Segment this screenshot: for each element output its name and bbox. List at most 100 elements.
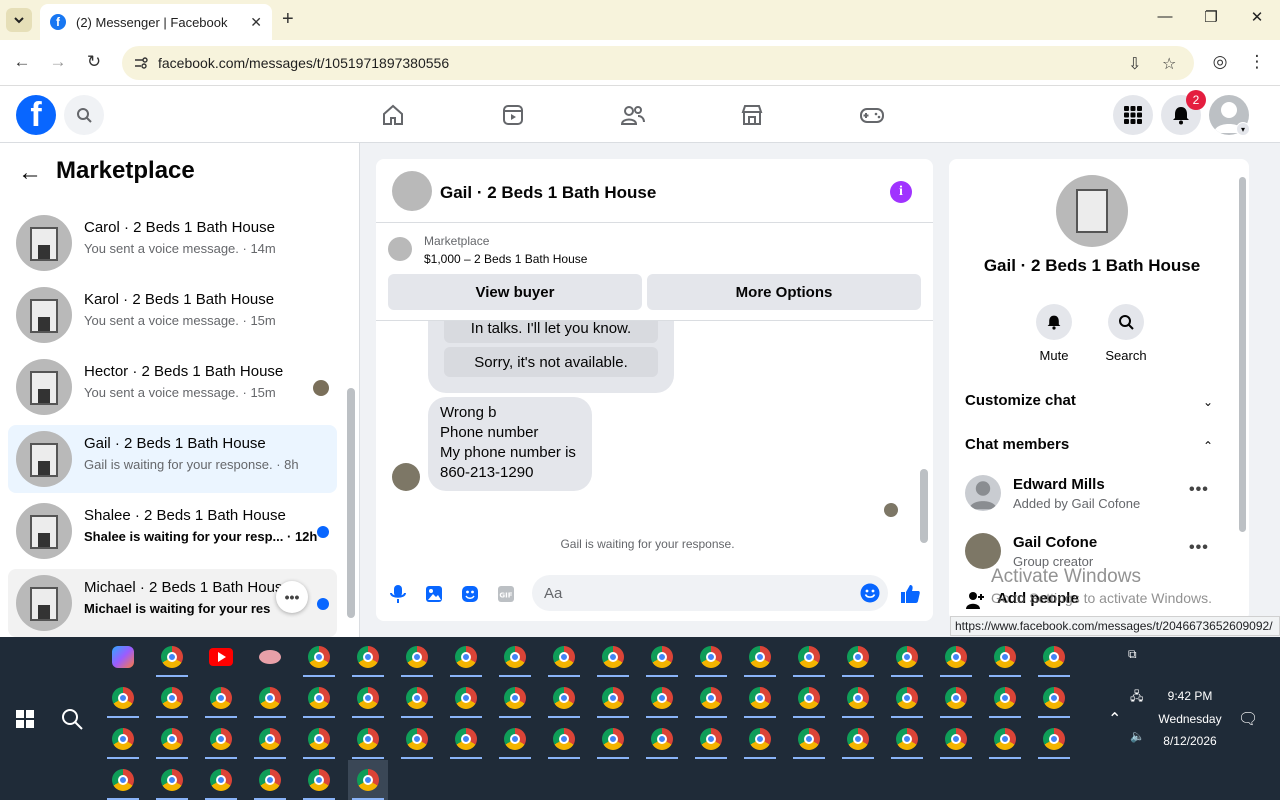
message-input[interactable]: Aa — [532, 575, 888, 611]
chrome-window-icon[interactable] — [446, 719, 486, 759]
view-buyer-button[interactable]: View buyer — [388, 274, 642, 310]
clock-day[interactable]: Wednesday — [1154, 712, 1226, 726]
chrome-window-icon[interactable] — [691, 719, 731, 759]
chrome-window-icon[interactable] — [593, 637, 633, 677]
chrome-window-icon[interactable] — [250, 719, 290, 759]
chrome-window-icon[interactable] — [985, 678, 1025, 718]
chrome-window-icon[interactable] — [642, 719, 682, 759]
quick-reply-not-available[interactable]: Sorry, it's not available. — [444, 347, 658, 377]
search-icon[interactable] — [60, 707, 84, 731]
search-in-chat-button[interactable]: Search — [1086, 304, 1166, 363]
chrome-window-icon[interactable] — [740, 637, 780, 677]
chrome-window-icon[interactable] — [887, 719, 927, 759]
chrome-window-icon[interactable] — [936, 719, 976, 759]
new-tab-button[interactable]: + — [282, 8, 294, 31]
member-options-icon[interactable]: ••• — [1189, 481, 1209, 499]
sidebar-scrollbar[interactable] — [347, 388, 355, 618]
chrome-window-icon[interactable] — [495, 719, 535, 759]
details-scrollbar[interactable] — [1239, 177, 1246, 532]
chrome-window-icon[interactable] — [495, 637, 535, 677]
chrome-window-icon[interactable] — [936, 637, 976, 677]
chrome-window-icon[interactable] — [103, 719, 143, 759]
more-options-button[interactable]: More Options — [647, 274, 921, 310]
close-tab-icon[interactable]: ✕ — [250, 14, 262, 31]
add-person-icon[interactable] — [965, 590, 985, 610]
chrome-window-icon[interactable] — [740, 719, 780, 759]
chrome-window-icon[interactable] — [740, 678, 780, 718]
chrome-window-icon[interactable] — [299, 678, 339, 718]
member-avatar[interactable] — [965, 475, 1001, 511]
chrome-window-icon[interactable] — [593, 678, 633, 718]
app-icon[interactable] — [250, 637, 290, 677]
chrome-window-icon[interactable] — [201, 719, 241, 759]
conversation-item-hector[interactable]: Hector · 2 Beds 1 Bath House You sent a … — [8, 353, 337, 421]
chrome-window-icon[interactable] — [1034, 719, 1074, 759]
conversation-item-carol[interactable]: Carol · 2 Beds 1 Bath House You sent a v… — [8, 209, 337, 277]
chrome-window-icon[interactable] — [348, 678, 388, 718]
chrome-window-icon[interactable] — [348, 719, 388, 759]
chrome-window-icon[interactable] — [299, 637, 339, 677]
back-button[interactable]: ← — [10, 52, 34, 72]
account-chevron-icon[interactable]: ▾ — [1236, 122, 1250, 136]
chrome-window-icon[interactable] — [348, 760, 388, 800]
chrome-window-icon[interactable] — [1034, 637, 1074, 677]
chrome-window-icon[interactable] — [152, 678, 192, 718]
minimize-button[interactable]: — — [1150, 8, 1180, 25]
chevron-up-icon[interactable]: ⌃ — [1203, 439, 1213, 453]
chevron-up-icon[interactable]: ⌃ — [1108, 709, 1121, 729]
browser-tab[interactable]: f (2) Messenger | Facebook ✕ — [40, 4, 272, 40]
chrome-window-icon[interactable] — [544, 719, 584, 759]
install-app-icon[interactable]: ⇩ — [1128, 54, 1141, 74]
chrome-window-icon[interactable] — [299, 760, 339, 800]
facebook-search-button[interactable] — [64, 95, 104, 135]
chat-avatar[interactable] — [392, 171, 432, 211]
photo-icon[interactable] — [423, 583, 445, 605]
chat-title[interactable]: Gail · 2 Beds 1 Bath House — [440, 183, 656, 203]
chrome-window-icon[interactable] — [397, 637, 437, 677]
chrome-window-icon[interactable] — [495, 678, 535, 718]
youtube-app-icon[interactable] — [201, 637, 241, 677]
gaming-nav-button[interactable] — [857, 100, 887, 130]
chrome-window-icon[interactable] — [593, 719, 633, 759]
member-name[interactable]: Gail Cofone — [1013, 534, 1097, 551]
info-icon[interactable]: i — [890, 181, 912, 203]
chrome-window-icon[interactable] — [299, 719, 339, 759]
microphone-icon[interactable] — [387, 583, 409, 605]
window-close-button[interactable]: ✕ — [1242, 8, 1272, 26]
restore-button[interactable]: ❐ — [1196, 8, 1226, 26]
chrome-window-icon[interactable] — [103, 760, 143, 800]
copilot-app-icon[interactable] — [103, 637, 143, 677]
member-name[interactable]: Edward Mills — [1013, 476, 1105, 493]
clock-time[interactable]: 9:42 PM — [1154, 689, 1226, 703]
listing-price[interactable]: $1,000 – 2 Beds 1 Bath House — [424, 252, 587, 266]
chrome-window-icon[interactable] — [201, 678, 241, 718]
chevron-down-icon[interactable]: ⌄ — [1203, 395, 1213, 409]
chrome-window-icon[interactable] — [642, 637, 682, 677]
customize-chat-section[interactable]: Customize chat — [965, 392, 1076, 409]
sticker-icon[interactable] — [459, 583, 481, 605]
chrome-window-icon[interactable] — [691, 678, 731, 718]
chrome-window-icon[interactable] — [936, 678, 976, 718]
menu-grid-button[interactable] — [1113, 95, 1153, 135]
reload-button[interactable]: ↻ — [82, 52, 106, 72]
chrome-window-icon[interactable] — [838, 637, 878, 677]
chrome-window-icon[interactable] — [838, 678, 878, 718]
windows-start-button[interactable] — [16, 710, 34, 728]
conversation-item-gail[interactable]: Gail · 2 Beds 1 Bath House Gail is waiti… — [8, 425, 337, 493]
conversation-item-michael[interactable]: Michael · 2 Beds 1 Bath Hous Michael is … — [8, 569, 337, 637]
member-avatar[interactable] — [965, 533, 1001, 569]
chrome-window-icon[interactable] — [397, 719, 437, 759]
chrome-window-icon[interactable] — [201, 760, 241, 800]
chrome-window-icon[interactable] — [250, 760, 290, 800]
url-field[interactable]: facebook.com/messages/t/1051971897380556… — [122, 46, 1194, 80]
notification-center-icon[interactable]: 🗨 — [1238, 709, 1258, 729]
back-arrow-icon[interactable]: ← — [18, 159, 42, 187]
volume-icon[interactable]: 🔈 — [1130, 729, 1145, 743]
chrome-window-icon[interactable] — [789, 719, 829, 759]
chrome-window-icon[interactable] — [544, 637, 584, 677]
chrome-window-icon[interactable] — [446, 637, 486, 677]
bookmark-star-icon[interactable]: ☆ — [1162, 54, 1176, 74]
chrome-window-icon[interactable] — [446, 678, 486, 718]
home-nav-button[interactable] — [378, 100, 408, 130]
member-options-icon[interactable]: ••• — [1189, 539, 1209, 557]
